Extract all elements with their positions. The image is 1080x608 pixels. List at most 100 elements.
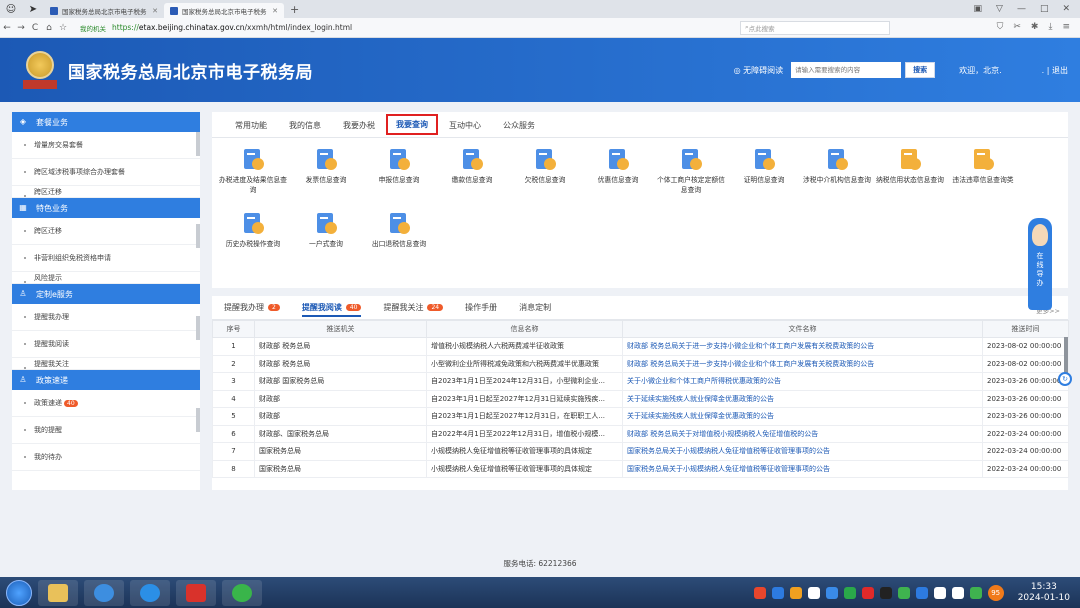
url-field[interactable]: https://etax.beijing.chinatax.gov.cn/xxm… [112, 23, 352, 32]
table-row[interactable]: 8 国家税务总局 小规模纳税人免征增值税等征收管理事项的具体规定 国家税务总局关于小规… [212, 459, 1069, 478]
table-row[interactable]: 4 财政部 自2023年1月1日起至2027年12月31日延续实施残疾... 关于延续… [212, 389, 1069, 408]
explorer-icon[interactable] [38, 579, 78, 606]
function-item[interactable]: 发票信息查询 [292, 148, 360, 186]
scrollbar[interactable] [196, 132, 200, 156]
function-item[interactable]: 历史办税操作查询 [219, 212, 287, 250]
tab-query[interactable]: 我要查询 [386, 114, 438, 135]
download-icon[interactable]: ⤓ [1048, 22, 1052, 32]
function-item[interactable]: 办税进度及结果信息查询 [219, 148, 287, 195]
sidebar-group-custom[interactable]: ♙ 定制e服务 [12, 284, 200, 304]
tab-remind-read[interactable]: 提醒我阅读 40 [301, 302, 362, 317]
refresh-circle-icon[interactable]: ↻ [1058, 372, 1072, 386]
shield-icon[interactable]: ⛉ [997, 22, 1004, 32]
function-item[interactable]: 个体工商户核定定额信息查询 [657, 148, 725, 195]
ie-icon[interactable] [84, 579, 124, 606]
scissors-icon[interactable]: ✂ [1013, 22, 1021, 32]
function-item[interactable]: 纳税信用状态信息查询 [876, 148, 944, 186]
sidebar-group-feature[interactable]: ▦ 特色业务 [12, 198, 200, 218]
scrollbar[interactable] [1064, 337, 1068, 377]
clock[interactable]: 15:33 2024-01-10 [1018, 582, 1070, 604]
browser-search-input[interactable]: ⌕ 点此搜索 [740, 20, 890, 35]
sidebar-item[interactable]: 非营利组织免税资格申请 [12, 245, 200, 272]
sidebar-item[interactable]: 跨区迁移 [12, 218, 200, 245]
extensions-icon[interactable]: ✱ [1031, 22, 1039, 32]
back-to-start-icon[interactable]: ➤ [22, 4, 44, 15]
document-link[interactable]: 财政部 税务总局关于进一步支持小微企业和个体工商户发展有关税费政策的公告 [622, 354, 983, 373]
tray-app-icon[interactable] [861, 586, 874, 599]
function-item[interactable]: 证明信息查询 [730, 148, 798, 186]
forward-icon[interactable]: → [14, 23, 28, 33]
tray-app-icon[interactable] [969, 586, 982, 599]
table-row[interactable]: 3 财政部 国家税务总局 自2023年1月1日至2024年12月31日，小型微利企业… [212, 372, 1069, 391]
close-window-icon[interactable]: ✕ [1062, 4, 1070, 14]
volume-icon[interactable] [951, 586, 964, 599]
accessibility-link[interactable]: ◎ 无障碍阅读 [734, 65, 784, 76]
sidebar-item[interactable]: 提醒我关注 [12, 358, 200, 370]
table-row[interactable]: 7 国家税务总局 小规模纳税人免征增值税等征收管理事项的具体规定 国家税务总局关于小规… [212, 442, 1069, 461]
sidebar-item[interactable]: 我的待办 [12, 444, 200, 471]
tray-app-icon[interactable] [825, 586, 838, 599]
tab-manual[interactable]: 操作手册 [465, 302, 497, 313]
search-button[interactable]: 搜索 [905, 62, 936, 78]
network-icon[interactable] [933, 586, 946, 599]
tray-app-icon[interactable] [897, 586, 910, 599]
window-pin-icon[interactable]: ▽ [996, 4, 1003, 14]
minimize-icon[interactable]: — [1017, 4, 1026, 14]
function-item[interactable]: 申报信息查询 [365, 148, 433, 186]
tray-app-icon[interactable] [843, 586, 856, 599]
sidebar-item[interactable]: 提醒我办理 [12, 304, 200, 331]
function-item[interactable]: 涉税中介机构信息查询 [803, 148, 871, 186]
tray-app-icon[interactable] [807, 586, 820, 599]
favorites-icon[interactable]: ☆ [56, 23, 70, 33]
sidebar-item[interactable]: 跨区迁移 [12, 186, 200, 198]
table-row[interactable]: 1 财政部 税务总局 增值税小规模纳税人六税两费减半征收政策 财政部 税务总局关于进一… [212, 337, 1069, 356]
tab-remind-follow[interactable]: 提醒我关注 24 [383, 302, 444, 313]
function-item[interactable]: 一户式查询 [292, 212, 360, 250]
function-item[interactable]: 优惠信息查询 [584, 148, 652, 186]
sidebar-item[interactable]: 增量房交易套餐 [12, 132, 200, 159]
table-row[interactable]: 2 财政部 税务总局 小型微利企业所得税减免政策和六税两费减半优惠政策 财政部 税务总… [212, 354, 1069, 373]
tab-message-custom[interactable]: 消息定制 [519, 302, 551, 313]
function-item[interactable]: 出口退税信息查询 [365, 212, 433, 250]
logout-link[interactable]: . | 退出 [1042, 65, 1068, 76]
tray-app-icon[interactable] [753, 586, 766, 599]
function-item[interactable]: 缴款信息查询 [438, 148, 506, 186]
tab-file-tax[interactable]: 我要办税 [332, 120, 386, 137]
sidebar-item[interactable]: 跨区域涉税事项综合办理套餐 [12, 159, 200, 186]
scrollbar[interactable] [196, 408, 200, 432]
tray-badge[interactable]: 95 [987, 584, 1004, 601]
scrollbar[interactable] [196, 224, 200, 248]
document-link[interactable]: 关于延续实施残疾人就业保障金优惠政策的公告 [622, 389, 983, 408]
close-tab-icon[interactable]: ✕ [152, 7, 158, 15]
tray-app-icon[interactable] [789, 586, 802, 599]
maximize-icon[interactable]: □ [1040, 4, 1049, 14]
document-link[interactable]: 财政部 税务总局关于对增值税小规模纳税人免征增值税的公告 [622, 424, 983, 443]
tray-app-icon[interactable] [771, 586, 784, 599]
function-item[interactable]: 违法违章信息查询类 [949, 148, 1017, 186]
tab-public-service[interactable]: 公众服务 [492, 120, 546, 137]
refresh-icon[interactable]: C [28, 23, 42, 33]
tab-remind-handle[interactable]: 提醒我办理 2 [224, 302, 280, 313]
document-link[interactable]: 国家税务总局关于小规模纳税人免征增值税等征收管理事项的公告 [622, 442, 983, 461]
wps-icon[interactable] [176, 579, 216, 606]
tab-common[interactable]: 常用功能 [224, 120, 278, 137]
menu-icon[interactable]: ≡ [1062, 22, 1070, 32]
start-button-icon[interactable] [6, 579, 32, 606]
sidebar-item-policy[interactable]: 政策速递 40 [12, 390, 200, 417]
tray-app-icon[interactable] [879, 586, 892, 599]
back-icon[interactable]: ← [0, 23, 14, 33]
browser-tab-2[interactable]: 国家税务总局北京市电子税务 ✕ [164, 3, 284, 18]
new-tab-icon[interactable]: + [290, 3, 299, 16]
tray-app-icon[interactable] [915, 586, 928, 599]
document-link[interactable]: 财政部 税务总局关于进一步支持小微企业和个体工商户发展有关税费政策的公告 [622, 337, 983, 356]
sidebar-item[interactable]: 我的提醒 [12, 417, 200, 444]
sidebar-item[interactable]: 提醒我阅读 [12, 331, 200, 358]
home-icon[interactable]: ⌂ [42, 23, 56, 33]
function-item[interactable]: 欠税信息查询 [511, 148, 579, 186]
close-tab-icon[interactable]: ✕ [272, 7, 278, 15]
browser-app-icon[interactable] [130, 579, 170, 606]
browser-360-icon[interactable] [222, 579, 262, 606]
table-row[interactable]: 5 财政部 自2023年1月1日起至2027年12月31日，在职职工人... 关于延续… [212, 407, 1069, 426]
sidebar-group-package[interactable]: ◈ 套餐业务 [12, 112, 200, 132]
tab-my-info[interactable]: 我的信息 [278, 120, 332, 137]
